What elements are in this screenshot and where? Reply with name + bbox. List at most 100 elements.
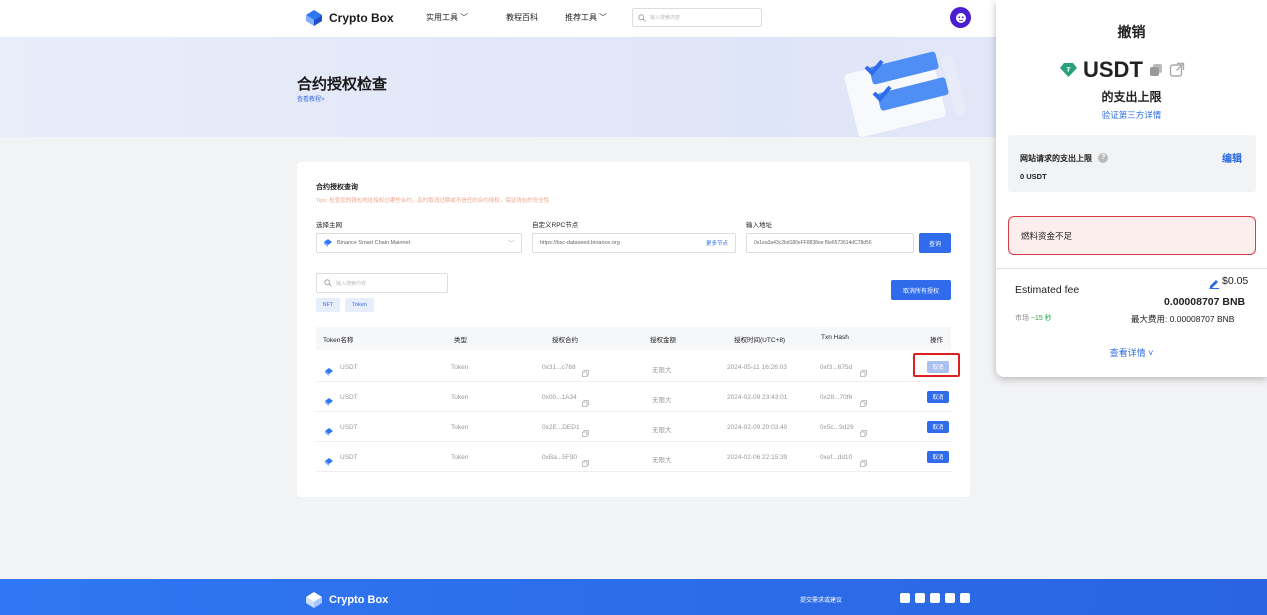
banner-illustration — [844, 51, 967, 137]
filter-search-input[interactable]: 输入搜索内容 — [316, 273, 448, 293]
address-input[interactable]: 0x1ea3a43c2bd180eFF8838ee f9e6573614dC78… — [746, 233, 914, 253]
chevron-down-icon: ˅ — [1148, 348, 1154, 358]
row-hash: 0xf3...675d — [820, 364, 853, 371]
copy-icon[interactable] — [582, 424, 589, 442]
rpc-label: 自定义RPC节点 — [532, 222, 579, 229]
estimated-fee-label: Estimated fee — [1015, 284, 1080, 296]
nav-tutorials-label: 教程百科 — [506, 13, 538, 22]
fee-bnb: 0.00008707 BNB — [1164, 296, 1246, 308]
row-time: 2024-05-11 16:26:03 — [727, 364, 787, 371]
view-details-link[interactable]: 查看详情 ˅ — [996, 346, 1267, 359]
token-symbol: USDT — [1083, 57, 1143, 82]
youtube-icon[interactable] — [945, 593, 955, 603]
feedback-link[interactable]: 提交需求或建议 — [800, 595, 842, 604]
row-amount: 无限大 — [652, 457, 672, 464]
rpc-node-value: https://bsc-dataseed.binance.org — [540, 240, 620, 246]
rpc-node-input[interactable]: https://bsc-dataseed.binance.org 更多节点 — [532, 233, 736, 253]
twitter-icon[interactable] — [900, 593, 910, 603]
fee-usd: $0.05 — [1222, 275, 1249, 287]
row-token: USDT — [340, 424, 358, 431]
usdt-chain-icon — [325, 423, 333, 441]
verify-third-party-link[interactable]: 验证第三方详情 — [996, 109, 1267, 121]
tag-nft[interactable]: NFT — [316, 298, 340, 312]
col-type: 类型 — [454, 337, 467, 344]
usdt-chain-icon — [325, 363, 333, 381]
network-select-value: Binance Smart Chain Mainnet — [337, 240, 411, 246]
row-time: 2024-02-09 20:03:40 — [727, 424, 788, 431]
tips-text: Tips: 检查您的钱包地址授权过哪些合约，及时取消过期或不信任的合约授权，保证… — [316, 198, 550, 204]
address-label: 输入地址 — [746, 222, 772, 229]
col-action: 操作 — [930, 337, 943, 344]
row-token: USDT — [340, 364, 358, 371]
address-value: 0x1ea3a43c2bd180eFF8838ee f9e6573614dC78… — [754, 240, 872, 246]
col-time: 授权时间(UTC+8) — [734, 337, 786, 344]
copy-icon[interactable] — [582, 454, 589, 472]
cancel-approval-button[interactable]: 取消 — [927, 451, 949, 463]
email-icon[interactable] — [915, 593, 925, 603]
nav-tools[interactable]: 实用工具 ﹀ — [426, 12, 468, 23]
divider — [996, 268, 1267, 269]
row-contract: 0x31...c768 — [542, 364, 576, 371]
row-type: Token — [451, 454, 469, 461]
header-search-input[interactable]: 输入搜索内容 — [632, 8, 762, 27]
network-select[interactable]: Binance Smart Chain Mainnet ﹀ — [316, 233, 522, 253]
query-button[interactable]: 查询 — [919, 233, 951, 253]
view-details-label: 查看详情 — [1109, 348, 1146, 358]
market-label: 市场 — [1015, 315, 1029, 322]
footer-logo[interactable]: Crypto Box — [305, 591, 388, 609]
cancel-all-button[interactable]: 取消所有授权 — [891, 280, 951, 300]
chevron-down-icon: ﹀ — [599, 13, 607, 22]
cancel-approval-button[interactable]: 取消 — [927, 421, 949, 433]
row-type: Token — [451, 364, 469, 371]
external-link-icon[interactable] — [1169, 62, 1185, 78]
wallet-title: 撤销 — [1117, 24, 1146, 40]
col-hash: Txn Hash — [821, 334, 849, 341]
nav-tutorials[interactable]: 教程百科 — [506, 12, 538, 23]
section-title: 合约授权查询 — [316, 184, 358, 191]
row-time: 2024-02-09 23:43:01 — [727, 394, 788, 401]
tutorial-link[interactable]: 查看教程> — [297, 94, 325, 103]
copy-icon[interactable] — [582, 394, 589, 412]
row-hash: 0xef...dd10 — [820, 454, 853, 461]
search-icon — [324, 279, 332, 287]
copy-icon[interactable] — [860, 364, 867, 382]
table-row — [316, 382, 951, 412]
max-fee: 最大费用: 0.00008707 BNB — [1131, 314, 1235, 324]
nav-recommended-label: 推荐工具 — [565, 13, 597, 22]
row-type: Token — [451, 424, 469, 431]
edit-fee-icon[interactable] — [1209, 276, 1220, 294]
row-amount: 无限大 — [652, 367, 672, 374]
copy-icon[interactable] — [860, 454, 867, 472]
telegram-icon[interactable] — [930, 593, 940, 603]
market-time: ~15 秒 — [1030, 315, 1052, 322]
row-contract: 0xBa...5F90 — [542, 454, 578, 461]
spend-limit-value: 0 USDT — [1020, 172, 1047, 181]
github-icon[interactable] — [960, 593, 970, 603]
user-avatar[interactable] — [950, 7, 971, 28]
crypto-box-logo-icon — [306, 592, 322, 608]
copy-icon[interactable] — [860, 424, 867, 442]
market-speed: 市场 ~15 秒 — [1015, 313, 1052, 323]
usdt-chain-icon — [325, 393, 333, 411]
copy-icon[interactable] — [860, 394, 867, 412]
chevron-down-icon: ﹀ — [508, 241, 514, 247]
nav-tools-label: 实用工具 — [426, 13, 458, 22]
row-amount: 无限大 — [652, 397, 672, 404]
copy-icon[interactable] — [582, 364, 589, 382]
nav-recommended[interactable]: 推荐工具 ﹀ — [565, 12, 607, 23]
usdt-token-icon: ₮ — [1060, 63, 1077, 77]
brand-logo[interactable]: Crypto Box — [305, 9, 394, 27]
row-amount: 无限大 — [652, 427, 672, 434]
crypto-box-logo-icon — [305, 9, 323, 27]
row-type: Token — [451, 394, 469, 401]
spend-limit-subtitle: 的支出上限 — [1101, 90, 1162, 104]
token-row: ₮ USDT — [1060, 57, 1185, 83]
question-icon[interactable]: ? — [1098, 153, 1109, 163]
edit-limit-link[interactable]: 编辑 — [1222, 150, 1242, 165]
more-nodes-link[interactable]: 更多节点 — [706, 239, 728, 247]
spend-limit-label: 网站请求的支出上限 ? — [1020, 153, 1109, 164]
copy-icon[interactable] — [1149, 63, 1163, 77]
tag-token[interactable]: Token — [345, 298, 374, 312]
cancel-approval-button[interactable]: 取消 — [927, 391, 949, 403]
usdt-chain-icon — [325, 453, 333, 471]
